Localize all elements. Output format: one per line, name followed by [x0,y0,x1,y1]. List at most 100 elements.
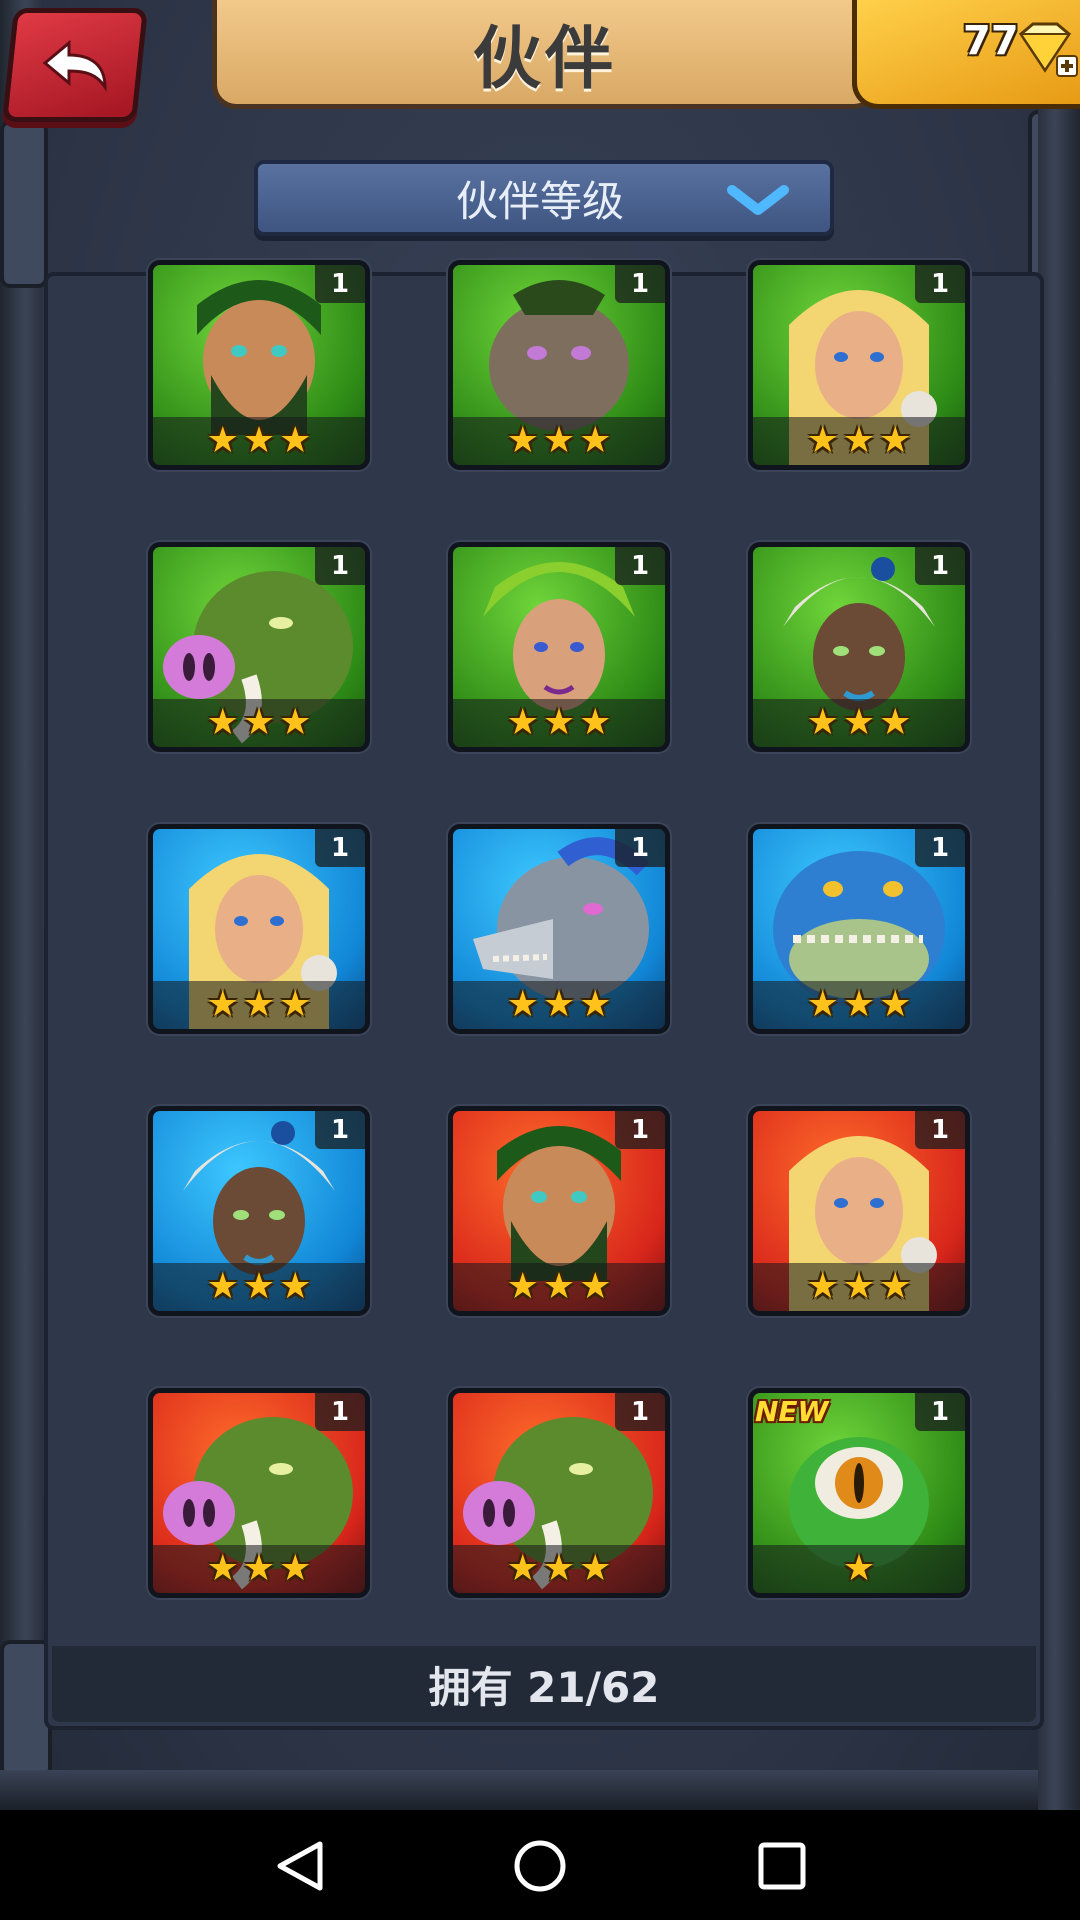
companion-card[interactable]: 1 ★ ★ ★ [448,1388,670,1598]
star-icon: ★ [242,420,276,461]
star-rating: ★ ★ ★ [153,417,365,465]
star-icon: ★ [279,420,312,461]
star-icon: ★ [506,1548,539,1589]
page-title: 伙伴 [472,19,617,99]
star-rating: ★ ★ ★ [453,981,665,1029]
star-icon: ★ [279,984,312,1025]
back-arrow-icon [42,39,107,92]
star-icon: ★ [242,984,276,1025]
companion-level: 1 [315,265,365,303]
star-icon: ★ [579,1548,612,1589]
title-banner: 伙伴 [212,0,878,109]
owned-count-text: 拥有 21/62 [428,1662,660,1712]
companion-level: 1 [615,547,665,585]
gem-counter[interactable]: 77 [852,0,1080,109]
star-rating: ★ ★ ★ [153,981,365,1029]
star-icon: ★ [579,702,612,743]
companion-level: 1 [915,1111,965,1149]
star-icon: ★ [842,420,876,461]
star-icon: ★ [542,1266,576,1307]
companion-level: 1 [615,829,665,867]
companion-card[interactable]: 1 ★ ★ ★ [748,1106,970,1316]
star-icon: ★ [842,984,876,1025]
back-button[interactable] [2,8,148,122]
companion-level: 1 [315,1393,365,1431]
companion-card[interactable]: 1 ★ ★ ★ [448,824,670,1034]
star-rating: ★ ★ ★ [453,417,665,465]
star-icon: ★ [206,702,239,743]
star-icon: ★ [579,984,612,1025]
companion-card[interactable]: 1 ★ ★ ★ [148,1388,370,1598]
companion-card[interactable]: 1 ★ ★ ★ [148,260,370,470]
sort-dropdown[interactable]: 伙伴等级 [254,160,834,236]
nav-recents-icon[interactable] [752,1838,812,1894]
companion-level: 1 [615,265,665,303]
nav-home-icon[interactable] [510,1838,570,1894]
star-rating: ★ ★ ★ [453,699,665,747]
star-icon: ★ [879,984,912,1025]
star-icon: ★ [242,1548,276,1589]
star-icon: ★ [279,1548,312,1589]
star-rating: ★ ★ ★ [753,699,965,747]
sort-dropdown-label: 伙伴等级 [455,176,624,226]
star-icon: ★ [206,984,239,1025]
companion-card[interactable]: 1 ★ ★ ★ [748,260,970,470]
star-icon: ★ [806,1266,839,1307]
companion-card[interactable]: 1 ★ ★ ★ [748,824,970,1034]
companion-card[interactable]: 1 ★ ★ ★ [748,542,970,752]
star-icon: ★ [542,420,576,461]
companion-level: 1 [615,1393,665,1431]
companion-card[interactable]: 1 ★ ★ ★ [448,260,670,470]
new-badge: NEW [755,1395,829,1428]
star-icon: ★ [506,984,539,1025]
companion-level: 1 [315,1111,365,1149]
star-icon: ★ [279,1266,312,1307]
star-rating: ★ ★ ★ [753,417,965,465]
chevron-down-icon [727,185,789,215]
companion-level: 1 [315,547,365,585]
star-rating: ★ ★ ★ [153,1263,365,1311]
star-icon: ★ [842,1266,876,1307]
companion-level: 1 [915,829,965,867]
star-icon: ★ [842,702,876,743]
star-icon: ★ [879,420,912,461]
frame-rock-left-top [0,120,48,288]
star-icon: ★ [879,702,912,743]
companion-level: 1 [915,265,965,303]
companion-level: 1 [915,547,965,585]
star-icon: ★ [542,702,576,743]
android-nav-bar [0,1810,1080,1920]
star-rating: ★ ★ ★ [753,1263,965,1311]
star-icon: ★ [242,1266,276,1307]
star-icon: ★ [579,420,612,461]
star-icon: ★ [206,1266,239,1307]
star-rating: ★ [753,1545,965,1593]
star-icon: ★ [542,984,576,1025]
companion-card[interactable]: 1 ★ ★ ★ [148,1106,370,1316]
star-icon: ★ [206,1548,239,1589]
companion-card[interactable]: 1 ★ ★ ★ [448,542,670,752]
diamond-plus-icon [1019,22,1078,77]
companion-card[interactable]: NEW 1 ★ [748,1388,970,1598]
companion-card[interactable]: 1 ★ ★ ★ [448,1106,670,1316]
star-icon: ★ [879,1266,912,1307]
star-icon: ★ [242,702,276,743]
star-icon: ★ [506,420,539,461]
companion-level: 1 [915,1393,965,1431]
star-icon: ★ [806,702,839,743]
star-icon: ★ [842,1548,876,1589]
companion-card[interactable]: 1 ★ ★ ★ [148,824,370,1034]
companion-level: 1 [315,829,365,867]
star-icon: ★ [506,1266,539,1307]
frame-bottom-edge [0,1770,1080,1810]
nav-back-icon[interactable] [270,1838,330,1894]
companion-level: 1 [615,1111,665,1149]
star-icon: ★ [542,1548,576,1589]
companion-card[interactable]: 1 ★ ★ ★ [148,542,370,752]
star-icon: ★ [279,702,312,743]
owned-count-bar: 拥有 21/62 [52,1646,1036,1722]
star-rating: ★ ★ ★ [153,1545,365,1593]
star-rating: ★ ★ ★ [453,1263,665,1311]
star-icon: ★ [806,984,839,1025]
star-icon: ★ [806,420,839,461]
